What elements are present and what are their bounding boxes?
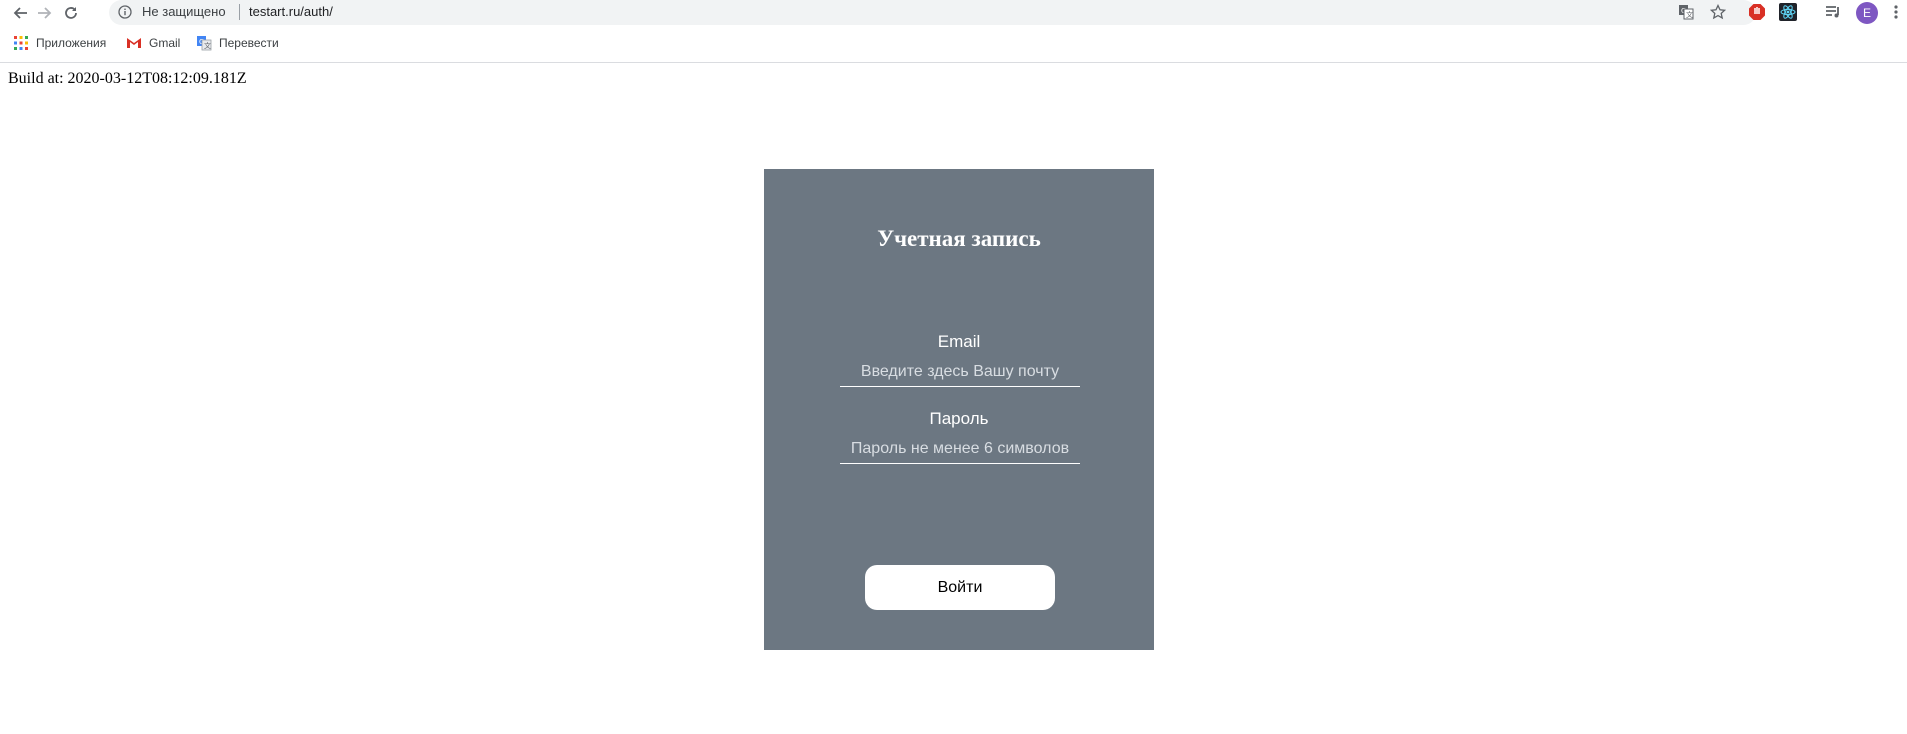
security-status-text[interactable]: Не защищено [142, 4, 226, 19]
address-bar[interactable]: Не защищено testart.ru/auth/ G文 [109, 0, 1756, 25]
react-devtools-icon[interactable] [1779, 3, 1797, 21]
bookmark-translate[interactable]: G文 Перевести [196, 33, 279, 53]
password-label: Пароль [929, 409, 989, 428]
translate-page-icon[interactable]: G文 [1678, 4, 1694, 20]
email-input[interactable] [840, 358, 1080, 387]
bookmark-label: Приложения [36, 36, 107, 50]
bookmark-star-icon[interactable] [1710, 4, 1726, 20]
bookmark-gmail[interactable]: Gmail [126, 33, 180, 53]
browser-toolbar: Не защищено testart.ru/auth/ G文 E Прилож… [0, 0, 1907, 63]
url-text[interactable]: testart.ru/auth/ [249, 4, 333, 19]
apps-grid-icon [14, 36, 28, 50]
translate-icon: G文 [197, 36, 212, 51]
login-button[interactable]: Войти [865, 565, 1055, 610]
reload-icon[interactable] [61, 3, 81, 23]
account-avatar[interactable]: E [1856, 2, 1878, 24]
svg-text:文: 文 [1686, 10, 1693, 19]
forward-arrow-icon[interactable] [35, 3, 55, 23]
adblock-extension-icon[interactable] [1748, 3, 1766, 21]
svg-text:文: 文 [204, 41, 211, 50]
password-input[interactable] [840, 435, 1080, 464]
bookmark-label: Перевести [219, 36, 279, 50]
auth-card: Учетная запись Email Пароль Войти [764, 169, 1154, 650]
info-icon[interactable] [118, 5, 132, 19]
build-timestamp: Build at: 2020-03-12T08:12:09.181Z [8, 70, 247, 87]
back-arrow-icon[interactable] [10, 3, 30, 23]
bookmark-label: Gmail [149, 36, 181, 50]
bookmark-apps[interactable]: Приложения [13, 33, 106, 53]
gmail-icon [127, 38, 141, 48]
media-queue-icon[interactable] [1824, 3, 1842, 21]
email-label: Email [937, 332, 981, 351]
auth-title: Учетная запись [877, 226, 1041, 251]
kebab-menu-icon[interactable] [1893, 4, 1899, 20]
url-separator [239, 4, 240, 20]
